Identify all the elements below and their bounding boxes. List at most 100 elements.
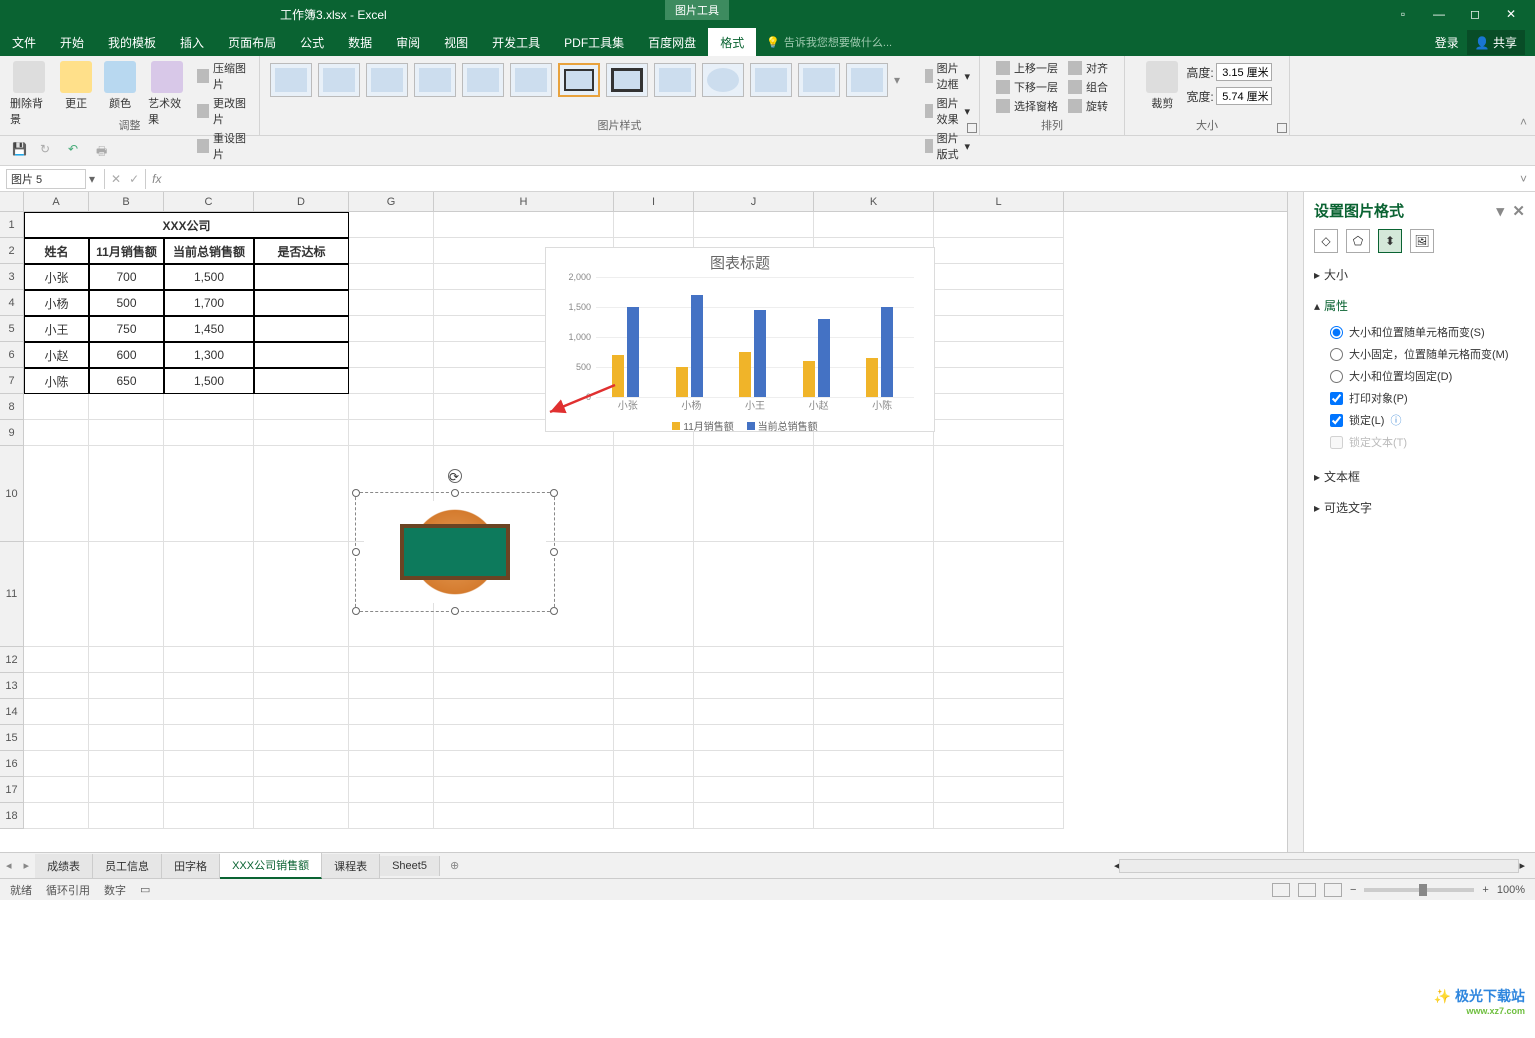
zoom-out-button[interactable]: −: [1350, 884, 1356, 896]
cell[interactable]: [614, 803, 694, 829]
cell[interactable]: [254, 316, 349, 342]
cell[interactable]: [89, 699, 164, 725]
tab-formulas[interactable]: 公式: [288, 28, 336, 56]
col-header[interactable]: K: [814, 192, 934, 211]
fx-icon[interactable]: fx: [152, 172, 161, 186]
cell[interactable]: [434, 673, 614, 699]
resize-handle[interactable]: [352, 548, 360, 556]
resize-handle[interactable]: [550, 607, 558, 615]
check-locked[interactable]: 锁定(L) ⓘ: [1330, 409, 1525, 431]
col-header[interactable]: L: [934, 192, 1064, 211]
cell[interactable]: [614, 725, 694, 751]
cell[interactable]: [934, 394, 1064, 420]
resize-handle[interactable]: [352, 489, 360, 497]
cell[interactable]: 小陈: [24, 368, 89, 394]
cell[interactable]: [934, 212, 1064, 238]
cell[interactable]: [934, 238, 1064, 264]
style-thumb[interactable]: [702, 63, 744, 97]
zoom-in-button[interactable]: +: [1482, 884, 1488, 896]
cell[interactable]: [349, 368, 434, 394]
row-header[interactable]: 1: [0, 212, 24, 238]
radio-fixed-both[interactable]: 大小和位置均固定(D): [1330, 365, 1525, 387]
cell[interactable]: [694, 777, 814, 803]
cell[interactable]: [814, 446, 934, 542]
cell[interactable]: [349, 394, 434, 420]
cell[interactable]: [934, 647, 1064, 673]
align-button[interactable]: 对齐: [1065, 59, 1111, 77]
height-input[interactable]: 高度:: [1186, 63, 1271, 81]
cell[interactable]: [349, 420, 434, 446]
cell[interactable]: [694, 673, 814, 699]
cell[interactable]: [164, 751, 254, 777]
resize-handle[interactable]: [451, 489, 459, 497]
cell[interactable]: [24, 751, 89, 777]
ribbon-options-icon[interactable]: ▫: [1394, 5, 1412, 23]
tab-review[interactable]: 审阅: [384, 28, 432, 56]
styles-dialog-launcher[interactable]: [967, 123, 977, 133]
check-print-object[interactable]: 打印对象(P): [1330, 387, 1525, 409]
cell[interactable]: [814, 777, 934, 803]
cell[interactable]: [89, 803, 164, 829]
row-header[interactable]: 7: [0, 368, 24, 394]
cell[interactable]: [434, 212, 614, 238]
cell[interactable]: [349, 238, 434, 264]
picture-styles-gallery[interactable]: ▾: [266, 59, 912, 101]
row-header[interactable]: 12: [0, 647, 24, 673]
row-header[interactable]: 8: [0, 394, 24, 420]
send-backward-button[interactable]: 下移一层: [993, 78, 1061, 96]
cancel-formula-icon[interactable]: ✕: [111, 172, 121, 186]
row-header[interactable]: 2: [0, 238, 24, 264]
cell[interactable]: [254, 394, 349, 420]
cell[interactable]: [164, 420, 254, 446]
cell[interactable]: [434, 725, 614, 751]
cell[interactable]: [349, 777, 434, 803]
cell[interactable]: [614, 751, 694, 777]
cell[interactable]: [24, 777, 89, 803]
style-thumb[interactable]: [846, 63, 888, 97]
cell[interactable]: [614, 699, 694, 725]
picture-border-button[interactable]: 图片边框 ▾: [922, 59, 973, 93]
col-header[interactable]: C: [164, 192, 254, 211]
tab-pagelayout[interactable]: 页面布局: [216, 28, 288, 56]
cell[interactable]: [694, 699, 814, 725]
tab-insert[interactable]: 插入: [168, 28, 216, 56]
row-header[interactable]: 6: [0, 342, 24, 368]
resize-handle[interactable]: [550, 489, 558, 497]
cell[interactable]: [349, 264, 434, 290]
color-button[interactable]: 颜色: [100, 59, 140, 113]
cell[interactable]: [349, 316, 434, 342]
cell[interactable]: [814, 725, 934, 751]
height-field[interactable]: [1216, 63, 1272, 81]
cell[interactable]: [694, 725, 814, 751]
cell[interactable]: [934, 699, 1064, 725]
cell[interactable]: [934, 264, 1064, 290]
cell[interactable]: [934, 751, 1064, 777]
maximize-icon[interactable]: ◻: [1466, 5, 1484, 23]
cell[interactable]: [254, 777, 349, 803]
cell[interactable]: [164, 725, 254, 751]
cell[interactable]: [814, 751, 934, 777]
login-link[interactable]: 登录: [1435, 34, 1459, 51]
cell[interactable]: [694, 446, 814, 542]
close-icon[interactable]: ✕: [1502, 5, 1520, 23]
cell[interactable]: [934, 446, 1064, 542]
style-thumb[interactable]: [318, 63, 360, 97]
view-normal-icon[interactable]: [1272, 883, 1290, 897]
cell[interactable]: [164, 446, 254, 542]
col-header[interactable]: I: [614, 192, 694, 211]
row-header[interactable]: 17: [0, 777, 24, 803]
tab-data[interactable]: 数据: [336, 28, 384, 56]
cell[interactable]: [254, 290, 349, 316]
cell[interactable]: 1,500: [164, 368, 254, 394]
col-header[interactable]: H: [434, 192, 614, 211]
cell[interactable]: [164, 777, 254, 803]
cell[interactable]: 650: [89, 368, 164, 394]
cell[interactable]: [254, 673, 349, 699]
cell[interactable]: [694, 212, 814, 238]
cell[interactable]: [349, 342, 434, 368]
name-box-dropdown[interactable]: ▾: [86, 172, 98, 186]
cell[interactable]: [254, 803, 349, 829]
cell[interactable]: [254, 699, 349, 725]
worksheet-grid[interactable]: A B C D G H I J K L 1XXX公司2姓名11月销售额当前总销售…: [0, 192, 1287, 852]
cell[interactable]: [614, 647, 694, 673]
